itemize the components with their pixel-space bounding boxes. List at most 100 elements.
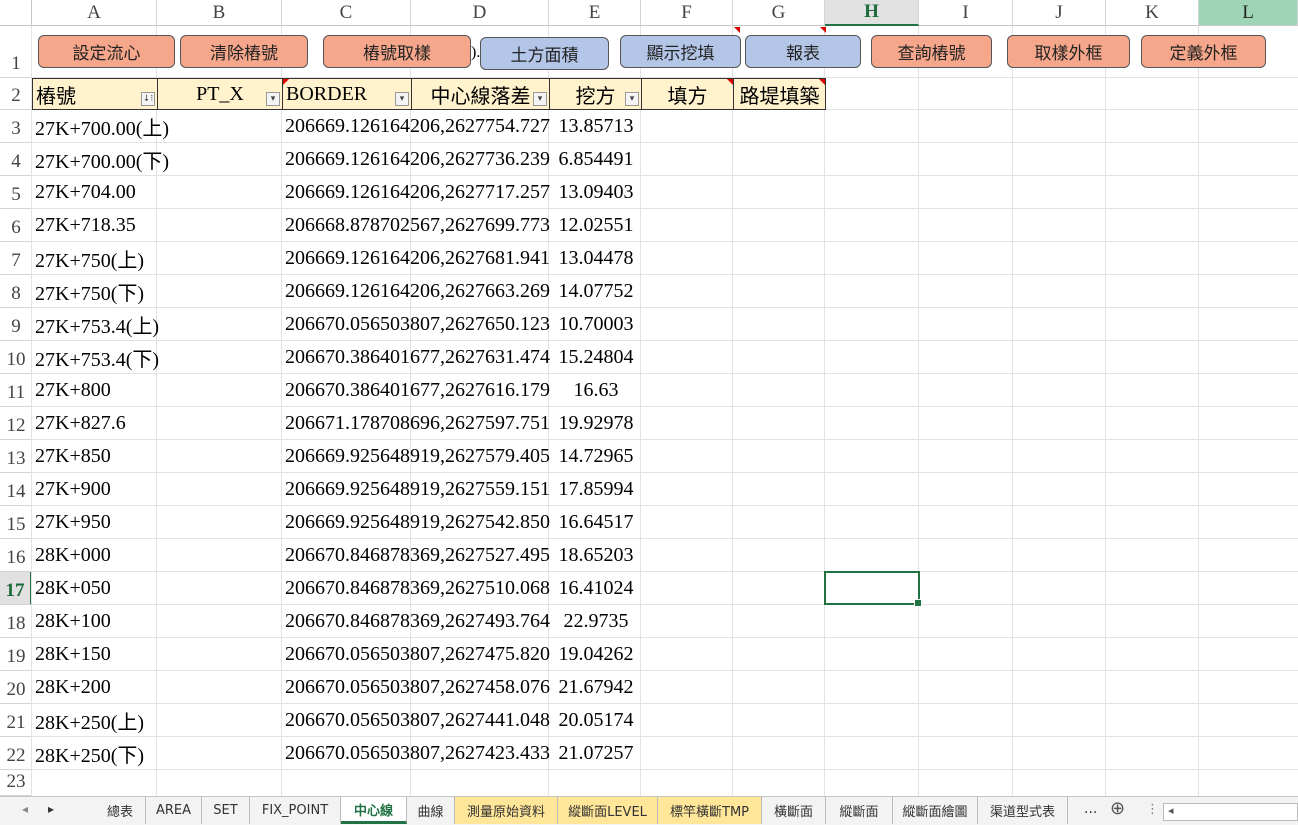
- column-header-i[interactable]: I: [919, 0, 1013, 26]
- row-header-22[interactable]: 22: [0, 737, 32, 770]
- cell-border[interactable]: 206669.126164206,2627717.257: [285, 176, 551, 209]
- cell-border[interactable]: 206669.126164206,2627663.269: [285, 275, 551, 308]
- cell-border[interactable]: 206669.925648919,2627579.405: [285, 440, 551, 473]
- row-header-8[interactable]: 8: [0, 275, 32, 308]
- sheet-tab[interactable]: 縱斷面繪圖: [893, 797, 978, 824]
- row-header-10[interactable]: 10: [0, 341, 32, 374]
- sheet-tab[interactable]: 縱斷面LEVEL: [558, 797, 658, 824]
- cell-cut[interactable]: 20.05174: [551, 704, 641, 737]
- sheet-tab[interactable]: 渠道型式表: [978, 797, 1068, 824]
- earth-area-button[interactable]: 土方面積: [480, 37, 609, 70]
- cell-cut[interactable]: 14.72965: [551, 440, 641, 473]
- row-header-18[interactable]: 18: [0, 605, 32, 638]
- sheet-tab[interactable]: 標竿橫斷TMP: [658, 797, 762, 824]
- column-header-h[interactable]: H: [825, 0, 919, 26]
- row-header-11[interactable]: 11: [0, 374, 32, 407]
- clear-pile-button[interactable]: 清除樁號: [180, 35, 308, 68]
- more-tabs-button[interactable]: ...: [1084, 801, 1097, 817]
- scroll-left-icon[interactable]: ◂: [1168, 804, 1174, 817]
- filter-dropdown-icon[interactable]: ▾: [266, 92, 280, 106]
- cell-cut[interactable]: 15.24804: [551, 341, 641, 374]
- header-pt-x[interactable]: PT_X ▾: [157, 78, 283, 110]
- sheet-tab[interactable]: SET: [202, 797, 250, 824]
- cell-pile[interactable]: 27K+750(上): [35, 242, 195, 275]
- comment-marker[interactable]: [283, 79, 289, 85]
- cell-cut[interactable]: 13.04478: [551, 242, 641, 275]
- cell-border[interactable]: 206671.178708696,2627597.751: [285, 407, 551, 440]
- cell-pile[interactable]: 27K+827.6: [35, 407, 195, 440]
- tab-scroll-right-icon[interactable]: ▸: [48, 802, 54, 816]
- cell-border[interactable]: 206669.126164206,2627681.941: [285, 242, 551, 275]
- header-embankment[interactable]: 路堤填築: [733, 78, 826, 110]
- cell-cut[interactable]: 19.92978: [551, 407, 641, 440]
- comment-marker[interactable]: [734, 27, 740, 33]
- cell-border[interactable]: 206670.056503807,2627458.076: [285, 671, 551, 704]
- cell-border[interactable]: 206670.846878369,2627510.068: [285, 572, 551, 605]
- row-header-23[interactable]: 23: [0, 770, 32, 796]
- column-header-c[interactable]: C: [282, 0, 411, 26]
- column-header-d[interactable]: D: [411, 0, 549, 26]
- cell-cut[interactable]: 10.70003: [551, 308, 641, 341]
- cell-cut[interactable]: 19.04262: [551, 638, 641, 671]
- row-header-2[interactable]: 2: [0, 78, 32, 110]
- cell-cut[interactable]: 12.02551: [551, 209, 641, 242]
- cell-cut[interactable]: 16.41024: [551, 572, 641, 605]
- row-header-21[interactable]: 21: [0, 704, 32, 737]
- cell-cut[interactable]: 22.9735: [551, 605, 641, 638]
- cell-pile[interactable]: 27K+718.35: [35, 209, 195, 242]
- horizontal-scrollbar[interactable]: ◂: [1163, 803, 1298, 821]
- sheet-tab[interactable]: FIX_POINT: [250, 797, 341, 824]
- cell-cut[interactable]: 21.07257: [551, 737, 641, 770]
- add-sheet-icon[interactable]: ⊕: [1110, 798, 1125, 819]
- cell-border[interactable]: 206670.056503807,2627423.433: [285, 737, 551, 770]
- cell-pile[interactable]: 28K+250(上): [35, 704, 195, 737]
- sheet-tab[interactable]: 中心線: [341, 797, 407, 824]
- query-pile-button[interactable]: 查詢樁號: [871, 35, 992, 68]
- show-cut-fill-button[interactable]: 顯示挖填: [620, 35, 741, 68]
- sheet-tab[interactable]: 測量原始資料: [455, 797, 558, 824]
- row-header-17[interactable]: 17: [0, 572, 32, 605]
- cell-pile[interactable]: 27K+800: [35, 374, 195, 407]
- column-header-f[interactable]: F: [641, 0, 733, 26]
- row-header-9[interactable]: 9: [0, 308, 32, 341]
- row-header-14[interactable]: 14: [0, 473, 32, 506]
- column-header-l[interactable]: L: [1199, 0, 1298, 26]
- cell-border[interactable]: 206670.386401677,2627631.474: [285, 341, 551, 374]
- row-header-19[interactable]: 19: [0, 638, 32, 671]
- cell-pile[interactable]: 27K+753.4(上): [35, 308, 195, 341]
- header-fill[interactable]: 填方: [641, 78, 734, 110]
- row-header-16[interactable]: 16: [0, 539, 32, 572]
- comment-marker[interactable]: [819, 79, 825, 85]
- row-header-5[interactable]: 5: [0, 176, 32, 209]
- cell-pile[interactable]: 27K+700.00(下): [35, 143, 195, 176]
- pile-sample-button[interactable]: 樁號取樣: [323, 35, 471, 68]
- sheet-tab[interactable]: 縱斷面: [826, 797, 893, 824]
- cell-pile[interactable]: 27K+750(下): [35, 275, 195, 308]
- column-header-a[interactable]: A: [32, 0, 157, 26]
- row-header-1[interactable]: 1: [0, 26, 32, 78]
- column-header-g[interactable]: G: [733, 0, 825, 26]
- sample-frame-button[interactable]: 取樣外框: [1007, 35, 1130, 68]
- cell-pile[interactable]: 27K+700.00(上): [35, 110, 195, 143]
- sheet-tab[interactable]: AREA: [146, 797, 202, 824]
- cell-border[interactable]: 206669.126164206,2627736.239: [285, 143, 551, 176]
- column-header-b[interactable]: B: [157, 0, 282, 26]
- cell-pile[interactable]: 27K+850: [35, 440, 195, 473]
- cell-pile[interactable]: 28K+250(下): [35, 737, 195, 770]
- active-cell-H17[interactable]: [824, 571, 922, 607]
- sheet-tab[interactable]: 橫斷面: [762, 797, 826, 824]
- cell-cut[interactable]: 6.854491: [551, 143, 641, 176]
- row-header-7[interactable]: 7: [0, 242, 32, 275]
- header-border[interactable]: BORDER ▾: [282, 78, 412, 110]
- sheet-tab[interactable]: 曲線: [407, 797, 455, 824]
- cell-border[interactable]: 206669.126164206,2627754.727: [285, 110, 551, 143]
- cell-cut[interactable]: 17.85994: [551, 473, 641, 506]
- header-pile[interactable]: 樁號 ↓⁝: [32, 78, 158, 110]
- cell-pile[interactable]: 27K+753.4(下): [35, 341, 195, 374]
- header-center-diff[interactable]: 中心線落差 ▾: [411, 78, 550, 110]
- define-frame-button[interactable]: 定義外框: [1141, 35, 1266, 68]
- cell-cut[interactable]: 21.67942: [551, 671, 641, 704]
- cell-cut[interactable]: 13.85713: [551, 110, 641, 143]
- sheet-tab[interactable]: 總表: [95, 797, 146, 824]
- cell-border[interactable]: 206670.846878369,2627493.764: [285, 605, 551, 638]
